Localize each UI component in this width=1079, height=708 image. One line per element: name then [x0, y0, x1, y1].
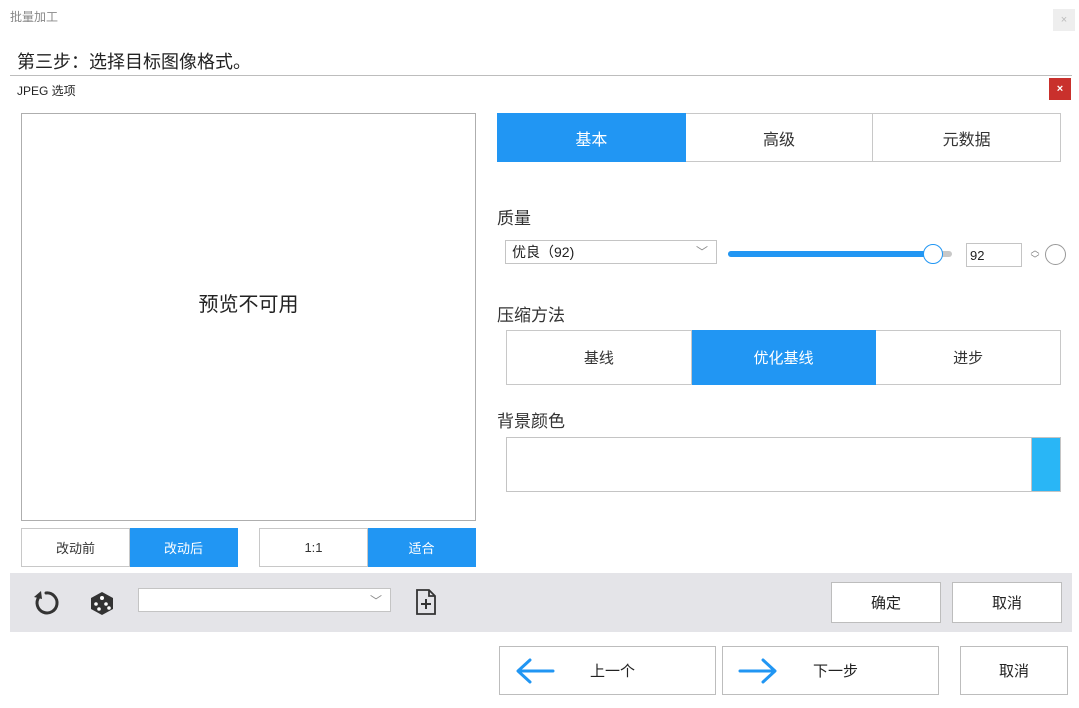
quality-reset-button[interactable]: [1045, 244, 1066, 265]
zoom-actual-button[interactable]: 1:1: [259, 528, 368, 567]
method-optimized-button[interactable]: 优化基线: [691, 330, 877, 385]
zoom-toggle: 1:1 适合: [259, 528, 476, 567]
previous-button[interactable]: 上一个: [499, 646, 716, 695]
background-label: 背景颜色: [497, 412, 565, 431]
method-toggle: 基线 优化基线 进步: [506, 330, 1062, 385]
dialog-close-button[interactable]: ×: [1049, 78, 1071, 100]
chevron-down-icon: ﹀: [369, 594, 382, 608]
dice-icon[interactable]: [86, 587, 118, 619]
method-label: 压缩方法: [497, 306, 565, 325]
dialog-title: JPEG 选项: [17, 84, 76, 98]
window-close-button[interactable]: ×: [1053, 9, 1075, 31]
preview-message: 预览不可用: [198, 293, 299, 316]
wizard-cancel-button[interactable]: 取消: [960, 646, 1068, 695]
quality-input[interactable]: 92: [966, 243, 1022, 267]
method-progressive-button[interactable]: 进步: [876, 330, 1062, 385]
dialog-cancel-button[interactable]: 取消: [952, 582, 1062, 623]
chevron-down-icon: ﹀: [695, 245, 708, 259]
tab-metadata[interactable]: 元数据: [873, 113, 1062, 162]
reset-icon[interactable]: [30, 587, 62, 619]
quality-slider[interactable]: [728, 251, 952, 257]
new-preset-icon[interactable]: [413, 588, 439, 616]
before-button[interactable]: 改动前: [21, 528, 130, 567]
quality-spinner[interactable]: ︿ ﹀: [1026, 244, 1044, 266]
divider: [10, 75, 1072, 76]
after-button[interactable]: 改动后: [130, 528, 238, 567]
arrow-right-icon: [723, 658, 793, 684]
previous-label: 上一个: [589, 663, 635, 680]
ok-button[interactable]: 确定: [831, 582, 941, 623]
background-color-field[interactable]: [506, 437, 1061, 492]
tab-advanced[interactable]: 高级: [685, 113, 874, 162]
quality-label: 质量: [497, 209, 531, 228]
window-title: 批量加工: [10, 10, 59, 24]
arrow-left-icon: [500, 658, 570, 684]
zoom-fit-button[interactable]: 适合: [368, 528, 476, 567]
background-color-swatch[interactable]: [1031, 437, 1061, 492]
next-label: 下一步: [812, 663, 858, 680]
spin-down-icon[interactable]: ﹀: [1030, 255, 1039, 264]
options-tabs: 基本 高级 元数据: [497, 113, 1062, 162]
quality-preset-select[interactable]: 优良（92) ﹀: [505, 240, 717, 264]
step-title: 第三步：选择目标图像格式。: [17, 52, 251, 72]
quality-slider-fill: [728, 251, 935, 257]
preview-pane: 预览不可用: [21, 113, 476, 521]
quality-slider-thumb[interactable]: [923, 244, 943, 264]
quality-preset-value: 优良（92): [512, 244, 575, 260]
next-button[interactable]: 下一步: [722, 646, 939, 695]
tab-basic[interactable]: 基本: [497, 113, 686, 162]
method-baseline-button[interactable]: 基线: [506, 330, 692, 385]
preset-select[interactable]: ﹀: [138, 588, 391, 612]
compare-toggle: 改动前 改动后: [21, 528, 238, 567]
